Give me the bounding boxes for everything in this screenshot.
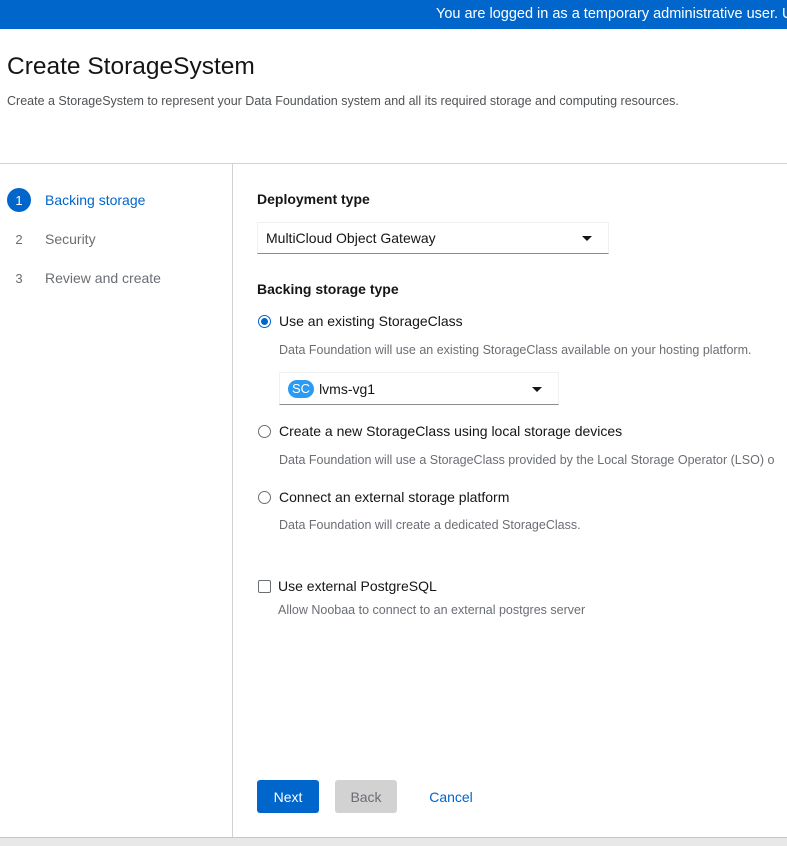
header-divider [0,163,787,164]
radio-existing-storageclass-help: Data Foundation will use an existing Sto… [279,343,752,357]
wizard-step-security[interactable]: 2 Security [7,227,96,251]
radio-existing-storageclass-label[interactable]: Use an existing StorageClass [279,313,463,329]
wizard-step-review-and-create[interactable]: 3 Review and create [7,266,161,290]
admin-banner: You are logged in as a temporary adminis… [0,0,787,29]
radio-new-storageclass-lso-help: Data Foundation will use a StorageClass … [279,453,775,467]
external-postgresql-label[interactable]: Use external PostgreSQL [278,578,437,594]
back-button[interactable]: Back [335,780,397,813]
external-postgresql-checkbox[interactable] [258,580,271,593]
cancel-button[interactable]: Cancel [416,780,486,813]
external-postgresql-help: Allow Noobaa to connect to an external p… [278,603,586,617]
radio-external-storage-label[interactable]: Connect an external storage platform [279,489,509,505]
deployment-type-select[interactable]: MultiCloud Object Gateway [257,222,609,254]
step-number: 3 [15,270,23,286]
nav-divider [232,164,233,838]
storageclass-badge: SC [288,379,315,398]
radio-external-storage-help: Data Foundation will create a dedicated … [279,518,581,532]
step-label: Security [45,231,96,247]
caret-down-icon [532,387,542,392]
next-button[interactable]: Next [257,780,319,813]
bottom-scroll-bar [0,837,787,846]
admin-banner-text: You are logged in as a temporary adminis… [436,6,787,22]
radio-new-storageclass-lso-label[interactable]: Create a new StorageClass using local st… [279,423,622,439]
step-label: Backing storage [45,192,146,208]
step-label: Review and create [45,270,161,286]
step-number: 2 [15,231,23,247]
deployment-type-label: Deployment type [257,191,370,207]
storageclass-value: lvms-vg1 [319,380,376,397]
radio-new-storageclass-lso[interactable] [258,425,271,438]
step-number-badge: 1 [7,188,31,212]
deployment-type-value: MultiCloud Object Gateway [266,230,436,246]
backing-storage-type-label: Backing storage type [257,281,399,297]
radio-external-storage[interactable] [258,491,271,504]
page-description: Create a StorageSystem to represent your… [7,94,679,108]
caret-down-icon [582,236,592,241]
radio-existing-storageclass[interactable] [258,315,271,328]
storageclass-select[interactable]: SC lvms-vg1 [279,372,559,405]
wizard-step-backing-storage[interactable]: 1 Backing storage [7,188,145,212]
page-title: Create StorageSystem [7,53,255,80]
